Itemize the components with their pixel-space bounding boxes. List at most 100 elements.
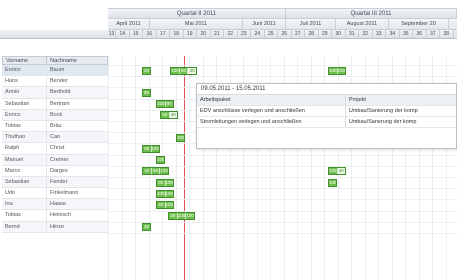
allocation-value: 100 — [160, 168, 168, 174]
allocation-bar[interactable]: 100 80 40 — [170, 66, 197, 75]
week-cell: 38 — [440, 30, 454, 38]
work-package-popup: 09.05.2011 - 15.05.2011 Arbeitspaket Pro… — [196, 83, 457, 149]
week-gridline — [189, 56, 190, 280]
table-row[interactable]: Enrico Bock — [2, 109, 108, 121]
month-cell: April 2011 — [108, 19, 150, 29]
last-name-cell: Baum — [50, 67, 65, 73]
allocation-value: 40 — [143, 67, 149, 73]
allocation-bar[interactable]: 100 — [156, 156, 165, 165]
week-cell: 20 — [197, 30, 211, 38]
allocation-bar[interactable]: 20 100 100 — [168, 212, 195, 221]
table-row[interactable]: Marco Darges — [2, 165, 108, 177]
first-name-cell: Ralph — [2, 143, 47, 154]
allocation-bar[interactable]: 100 — [176, 133, 185, 142]
allocation-bar[interactable]: 80 40 — [160, 111, 178, 120]
week-cell: 35 — [400, 30, 413, 38]
month-header: April 2011 Mai 2011 Juni 2011 Juli 2011 … — [108, 19, 457, 30]
allocation-value: 100 — [165, 190, 174, 196]
popup-package: EDV anschlüsse verlegen und anschließen — [197, 106, 346, 116]
week-cell: 29 — [319, 30, 332, 38]
allocation-bar[interactable]: 100 100 — [156, 189, 174, 198]
allocation-bar[interactable]: 80 100 — [142, 144, 160, 153]
table-row[interactable]: Udo Finkelmann — [2, 188, 108, 200]
popup-col-package: Arbeitspaket — [197, 95, 346, 105]
allocation-value: 80 — [143, 89, 149, 95]
week-gridline — [175, 56, 177, 280]
table-row[interactable]: Manuel Cremer — [2, 154, 108, 166]
allocation-value: 80 — [161, 112, 170, 119]
table-row[interactable]: Hans Bender — [2, 76, 108, 88]
allocation-bar[interactable]: 100 40 — [328, 167, 346, 176]
week-cell: 37 — [427, 30, 440, 38]
allocation-bar[interactable]: 80 — [142, 88, 151, 97]
table-row[interactable]: Tobias Heinisch — [2, 210, 108, 222]
popup-row[interactable]: Stromleitungen verlegen und anschließen … — [197, 117, 456, 128]
week-cell: 27 — [292, 30, 305, 38]
week-cell: 22 — [224, 30, 238, 38]
table-row[interactable]: Armin Berthold — [2, 87, 108, 99]
allocation-bar[interactable]: 40 — [142, 66, 151, 75]
column-header-last-name[interactable]: Nachname — [47, 57, 107, 64]
week-cell: 28 — [305, 30, 319, 38]
allocation-value: 40 — [188, 67, 197, 74]
allocation-bar[interactable]: 80 100 — [156, 178, 174, 187]
last-name-cell: Bertram — [50, 100, 70, 107]
week-gridline — [135, 56, 136, 280]
allocation-bar[interactable]: 20 80 100 — [142, 167, 169, 176]
week-cell: 13 — [108, 30, 116, 38]
table-row[interactable]: Sebastian Bertram — [2, 98, 108, 110]
table-row[interactable]: Tobias Bräu — [2, 120, 108, 133]
allocation-value: 80 — [180, 67, 189, 74]
week-gridline — [108, 56, 109, 280]
last-name-cell: Fender — [50, 178, 68, 185]
popup-package: Stromleitungen verlegen und anschließen — [197, 117, 346, 127]
last-name-cell: Finkelmann — [50, 190, 79, 197]
last-name-cell: Heinisch — [50, 212, 72, 219]
popup-date-range: 09.05.2011 - 15.05.2011 — [197, 84, 456, 95]
allocation-bar[interactable]: 40 100 — [156, 200, 174, 209]
first-name-cell: Enrico — [2, 109, 47, 120]
first-name-cell: Udo — [2, 188, 47, 199]
week-cell: 14 — [116, 30, 130, 38]
allocation-bar[interactable]: 100 80 — [156, 100, 174, 109]
allocation-value: 80 — [157, 179, 166, 186]
week-cell: 32 — [359, 30, 373, 38]
column-header-first-name[interactable]: Vorname — [3, 57, 48, 64]
first-name-cell: Sebastian — [2, 176, 47, 188]
table-row[interactable]: Ralph Christ — [2, 143, 108, 155]
week-cell: 17 — [157, 30, 170, 38]
month-cell: Juli 2011 — [286, 19, 336, 29]
allocation-value: 40 — [169, 112, 177, 119]
table-row[interactable]: Thuthao Cao — [2, 132, 108, 144]
week-cell: 21 — [211, 30, 224, 38]
allocation-value: 100 — [329, 179, 336, 185]
week-cell: 16 — [143, 30, 157, 38]
month-cell: Juni 2011 — [243, 19, 286, 29]
popup-row[interactable]: EDV anschlüsse verlegen und anschließen … — [197, 106, 456, 117]
allocation-bar[interactable]: 100 — [328, 178, 337, 187]
week-cell: 15 — [130, 30, 143, 38]
week-cell: 18 — [170, 30, 184, 38]
table-row[interactable]: Ina Haase — [2, 199, 108, 211]
table-row[interactable]: Enrico Baum — [2, 65, 108, 77]
allocation-value: 80 — [152, 168, 161, 175]
week-cell: 19 — [184, 30, 197, 38]
allocation-value: 100 — [171, 67, 180, 74]
week-cell: 26 — [278, 30, 292, 38]
allocation-bar[interactable]: 40 — [142, 223, 151, 232]
allocation-value: 100 — [157, 157, 164, 163]
row-gridline — [108, 76, 457, 78]
week-header: 13 14 15 16 17 18 19 20 21 22 23 24 25 26 27 28 29 30 31 32… — [0, 30, 457, 39]
allocation-bar[interactable]: 100 100 — [328, 66, 346, 75]
row-gridline — [108, 221, 457, 223]
month-cell: Mai 2011 — [150, 19, 243, 29]
allocation-value: 100 — [165, 179, 174, 185]
allocation-value: 20 — [169, 213, 178, 220]
week-cell: 34 — [386, 30, 400, 38]
table-row[interactable]: Bernd Hinze — [2, 221, 108, 233]
table-row[interactable]: Sebastian Fender — [2, 176, 108, 189]
month-cell: September 20 — [389, 19, 449, 29]
allocation-value: 100 — [186, 213, 194, 219]
popup-header-row: Arbeitspaket Projekt — [197, 95, 456, 106]
allocation-value: 40 — [337, 168, 345, 175]
